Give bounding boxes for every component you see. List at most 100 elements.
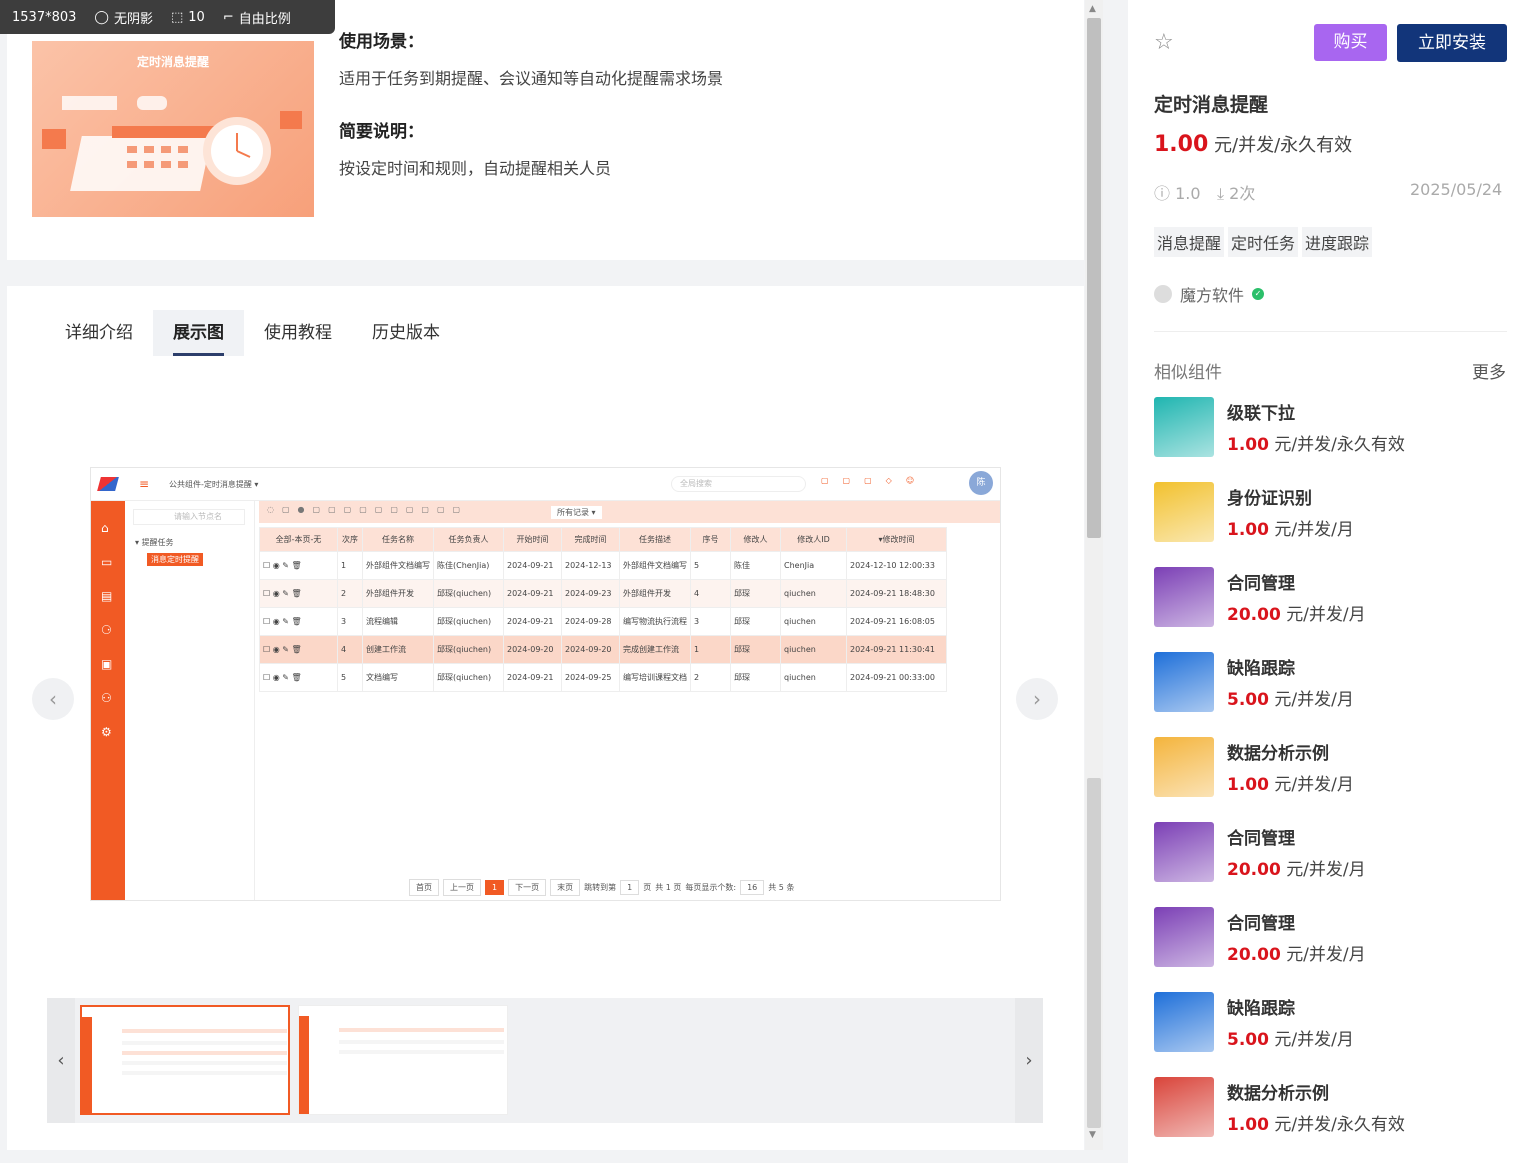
table-header-cell[interactable]: 完成时间 bbox=[561, 527, 620, 552]
mock-toolbar-icons: ◌▢●▢▢▢▢▢▢▢▢▢▢ bbox=[267, 505, 469, 514]
table-cell: 2024-09-23 bbox=[561, 579, 620, 608]
table-cell: 创建工作流 bbox=[362, 635, 434, 664]
author-avatar bbox=[1154, 285, 1172, 303]
thumbnail-2[interactable] bbox=[298, 1005, 508, 1115]
similar-item[interactable]: 数据分析示例 1.00 元/并发/月 bbox=[1154, 737, 1514, 799]
product-version: ⓘ 1.0 bbox=[1154, 184, 1201, 203]
price-unit: 元/并发/永久有效 bbox=[1214, 135, 1353, 156]
table-header-cell[interactable]: 全部-本页-无 bbox=[259, 527, 338, 552]
similar-name: 缺陷跟踪 bbox=[1227, 659, 1295, 679]
table-cell: 5 bbox=[337, 663, 363, 692]
radius-label: 10 bbox=[188, 9, 205, 25]
table-cell: 外部组件开发 bbox=[362, 579, 434, 608]
author[interactable]: 魔方软件 ✓ bbox=[1154, 282, 1265, 306]
prev-image-button[interactable]: ‹ bbox=[32, 678, 74, 720]
table-cell: 流程编辑 bbox=[362, 607, 434, 636]
table-header-cell[interactable]: 次序 bbox=[337, 527, 363, 552]
mock-tree-panel: 请输入节点名 ▾ 提醒任务 消息定时提醒 bbox=[125, 501, 255, 900]
brief-title: 简要说明： bbox=[339, 122, 424, 142]
more-link[interactable]: 更多 bbox=[1472, 358, 1506, 383]
thumb-prev-button[interactable]: ‹ bbox=[47, 998, 75, 1123]
similar-price: 20.00 元/并发/月 bbox=[1227, 860, 1366, 880]
row-actions[interactable]: ☐ ◉ ✎ 🗑 bbox=[259, 551, 338, 580]
table-row[interactable]: ☐ ◉ ✎ 🗑 4 创建工作流 邱琛(qiuchen) 2024-09-20 2024-0… bbox=[259, 635, 947, 664]
pager-prev: 上一页 bbox=[443, 879, 481, 896]
row-actions[interactable]: ☐ ◉ ✎ 🗑 bbox=[259, 663, 338, 692]
menu-icon: ≡ bbox=[139, 477, 150, 491]
similar-price: 1.00 元/并发/月 bbox=[1227, 520, 1354, 540]
table-cell: 编写物流执行流程 bbox=[619, 607, 691, 636]
table-row[interactable]: ☐ ◉ ✎ 🗑 2 外部组件开发 邱琛(qiuchen) 2024-09-21 2024-… bbox=[259, 579, 947, 608]
table-cell: 邱琛(qiuchen) bbox=[433, 607, 504, 636]
scrollbar-thumb-lower[interactable] bbox=[1087, 778, 1101, 1128]
row-actions[interactable]: ☐ ◉ ✎ 🗑 bbox=[259, 635, 338, 664]
similar-item[interactable]: 数据分析示例 1.00 元/并发/永久有效 bbox=[1154, 1077, 1514, 1139]
table-header-cell[interactable]: 开始时间 bbox=[503, 527, 562, 552]
verified-icon: ✓ bbox=[1252, 288, 1265, 300]
table-row[interactable]: ☐ ◉ ✎ 🗑 3 流程编辑 邱琛(qiuchen) 2024-09-21 2024-09… bbox=[259, 607, 947, 636]
table-cell: 外部组件文档编写 bbox=[362, 551, 434, 580]
similar-name: 合同管理 bbox=[1227, 574, 1295, 594]
tab-history[interactable]: 历史版本 bbox=[352, 310, 460, 356]
similar-item[interactable]: 合同管理 20.00 元/并发/月 bbox=[1154, 822, 1514, 884]
table-header-cell[interactable]: 修改人ID bbox=[780, 527, 847, 552]
table-header-cell[interactable]: 序号 bbox=[690, 527, 731, 552]
similar-item[interactable]: 缺陷跟踪 5.00 元/并发/月 bbox=[1154, 652, 1514, 714]
table-row[interactable]: ☐ ◉ ✎ 🗑 1 外部组件文档编写 陈佳(ChenJia) 2024-09-21 202… bbox=[259, 551, 947, 580]
similar-item[interactable]: 缺陷跟踪 5.00 元/并发/月 bbox=[1154, 992, 1514, 1054]
brief-text: 按设定时间和规则，自动提醒相关人员 bbox=[339, 159, 612, 178]
tab-showcase[interactable]: 展示图 bbox=[153, 310, 244, 356]
table-row[interactable]: ☐ ◉ ✎ 🗑 5 文档编写 邱琛(qiuchen) 2024-09-21 2024-09… bbox=[259, 663, 947, 692]
table-header-cell[interactable]: 任务名称 bbox=[362, 527, 434, 552]
next-image-button[interactable]: › bbox=[1016, 678, 1058, 720]
radius-option[interactable]: ⬚ 10 bbox=[171, 10, 205, 25]
table-cell: 邱琛 bbox=[730, 635, 781, 664]
tab-tutorial[interactable]: 使用教程 bbox=[244, 310, 352, 356]
similar-item[interactable]: 身份证识别 1.00 元/并发/月 bbox=[1154, 482, 1514, 544]
table-cell: 2024-09-25 bbox=[561, 663, 620, 692]
divider bbox=[1154, 331, 1507, 332]
similar-thumbnail bbox=[1154, 822, 1214, 882]
tab-detail[interactable]: 详细介绍 bbox=[45, 310, 153, 356]
similar-item[interactable]: 合同管理 20.00 元/并发/月 bbox=[1154, 567, 1514, 629]
tag[interactable]: 定时任务 bbox=[1228, 227, 1299, 257]
row-actions[interactable]: ☐ ◉ ✎ 🗑 bbox=[259, 607, 338, 636]
scrollbar-thumb[interactable] bbox=[1087, 18, 1101, 538]
row-actions[interactable]: ☐ ◉ ✎ 🗑 bbox=[259, 579, 338, 608]
similar-name: 身份证识别 bbox=[1227, 489, 1312, 509]
table-header-cell[interactable]: 任务负责人 bbox=[433, 527, 504, 552]
table-cell: 编写培训课程文档 bbox=[619, 663, 691, 692]
mock-avatar: 陈 bbox=[969, 471, 993, 495]
similar-name: 合同管理 bbox=[1227, 914, 1295, 934]
shadow-option[interactable]: ◯ 无阴影 bbox=[94, 8, 153, 27]
thumb-next-button[interactable]: › bbox=[1015, 998, 1043, 1123]
thumbnail-1[interactable] bbox=[80, 1005, 290, 1115]
similar-name: 数据分析示例 bbox=[1227, 1084, 1329, 1104]
buy-button[interactable]: 购买 bbox=[1314, 24, 1387, 61]
similar-thumbnail bbox=[1154, 907, 1214, 967]
tag[interactable]: 消息提醒 bbox=[1154, 227, 1225, 257]
pager-size-label: 每页显示个数: bbox=[685, 883, 737, 892]
mock-breadcrumb: 公共组件-定时消息提醒 ▾ bbox=[169, 480, 259, 489]
scroll-up-icon: ▲ bbox=[1089, 4, 1096, 14]
calendar-clock-illustration bbox=[42, 96, 302, 191]
table-cell: 2024-09-21 bbox=[503, 579, 562, 608]
tag[interactable]: 进度跟踪 bbox=[1302, 227, 1373, 257]
table-cell: 1 bbox=[690, 635, 731, 664]
pager-last: 末页 bbox=[550, 879, 581, 896]
similar-price: 5.00 元/并发/月 bbox=[1227, 1030, 1354, 1050]
table-cell: 2024-09-21 bbox=[503, 663, 562, 692]
scene-text: 适用于任务到期提醒、会议通知等自动化提醒需求场景 bbox=[339, 69, 724, 88]
mock-filter: 所有记录 ▾ bbox=[551, 506, 602, 519]
table-cell: 2024-09-21 11:30:41 bbox=[846, 635, 947, 664]
table-header-cell[interactable]: 任务描述 bbox=[619, 527, 691, 552]
star-icon[interactable]: ☆ bbox=[1154, 30, 1174, 55]
install-button[interactable]: 立即安装 bbox=[1397, 24, 1507, 62]
table-header-cell[interactable]: 修改人 bbox=[730, 527, 781, 552]
similar-item[interactable]: 级联下拉 1.00 元/并发/永久有效 bbox=[1154, 397, 1514, 459]
similar-item[interactable]: 合同管理 20.00 元/并发/月 bbox=[1154, 907, 1514, 969]
screenshot-toolbar: 1537*803 ◯ 无阴影 ⬚ 10 ⌐ 自由比例 bbox=[0, 0, 335, 34]
table-header-cell[interactable]: ▾修改时间 bbox=[846, 527, 947, 552]
ratio-option[interactable]: ⌐ 自由比例 bbox=[223, 8, 291, 27]
download-icon: ⤓ bbox=[1217, 184, 1225, 203]
